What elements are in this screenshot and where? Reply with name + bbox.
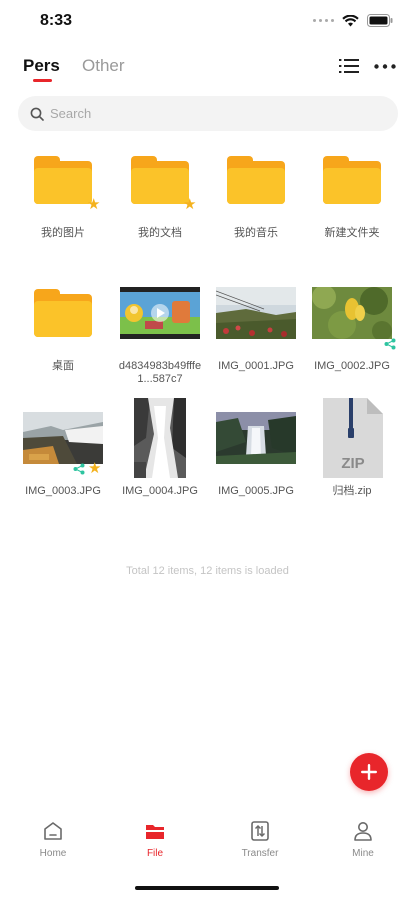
photo-thumbnail [216,287,296,339]
nav-label: Transfer [241,848,279,859]
grid-item[interactable]: 我的音乐 [208,145,304,240]
more-icon[interactable] [374,64,396,69]
add-button[interactable] [350,753,388,791]
grid-item[interactable]: IMG_0005.JPG [208,403,304,498]
item-label: IMG_0004.JPG [122,485,198,497]
item-label: 我的图片 [41,227,85,239]
status-icons [313,14,393,27]
tab-pers[interactable]: Pers [23,56,60,76]
photo-thumbnail [216,412,296,464]
thumbnail [216,278,296,348]
file-icon [146,825,164,839]
star-icon: ★ [88,460,102,477]
battery-icon [367,14,393,27]
folder-icon [227,156,285,204]
grid-item[interactable]: ★ 我的文档 [112,145,208,240]
item-label: 我的音乐 [234,227,278,239]
list-view-icon[interactable] [339,58,359,74]
status-bar: 8:33 [0,0,415,46]
search-bar[interactable] [18,96,398,131]
grid-item[interactable]: ★ IMG_0003.JPG [15,403,111,498]
grid-item[interactable]: ★ 我的图片 [15,145,111,240]
nav-mine[interactable]: Mine [328,820,398,859]
home-icon [44,822,62,840]
thumbnail: ZIP [312,398,392,478]
nav-label: Home [39,848,67,859]
item-label: 新建文件夹 [324,227,380,239]
tab-other[interactable]: Other [82,56,125,76]
grid-item[interactable]: ZIP 归档.zip [304,398,400,498]
nav-label: Mine [352,848,374,859]
header: Pers Other [0,52,415,88]
signal-icon [313,19,334,22]
wifi-icon [342,14,359,26]
thumbnail [120,398,200,478]
thumbnail: ★ [120,145,200,215]
thumbnail: ★ [23,403,103,477]
star-icon: ★ [87,196,101,213]
folder-icon [323,156,381,204]
video-thumbnail [120,287,200,339]
thumbnail [312,278,396,350]
grid-item[interactable]: d4834983b49fffe1...587c7 [112,278,208,386]
item-label: IMG_0003.JPG [25,485,101,497]
plus-icon [361,764,377,780]
item-label: 桌面 [52,360,74,372]
thumbnail: ★ [23,145,103,215]
status-time: 8:33 [40,12,73,29]
grid-item[interactable]: 新建文件夹 [304,145,400,240]
grid-item[interactable]: 桌面 [15,278,111,373]
bottom-nav: Home File Transfer Mine [0,820,415,870]
zip-badge: ZIP [341,455,364,472]
item-label: IMG_0001.JPG [218,360,294,372]
thumbnail [120,278,200,348]
search-input[interactable] [50,106,370,121]
star-icon: ★ [183,196,197,213]
nav-label: File [146,848,164,859]
home-indicator [135,886,279,890]
items-loaded-text: Total 12 items, 12 items is loaded [126,565,289,577]
item-label: d4834983b49fffe1...587c7 [118,360,202,385]
item-label: IMG_0002.JPG [314,360,390,372]
folder-icon [34,289,92,337]
thumbnail [216,403,296,473]
active-tab-indicator [33,79,52,82]
thumbnail [23,278,103,348]
photo-thumbnail [312,287,392,339]
search-icon [30,107,44,121]
item-label: 我的文档 [138,227,182,239]
thumbnail [312,145,392,215]
share-icon [384,338,396,350]
nav-file[interactable]: File [120,820,190,859]
transfer-icon [251,821,269,841]
nav-transfer[interactable]: Transfer [225,820,295,859]
zip-file-icon: ZIP [323,398,383,478]
item-label: IMG_0005.JPG [218,485,294,497]
share-icon [73,463,85,475]
grid-item[interactable]: IMG_0001.JPG [208,278,304,373]
thumbnail [216,145,296,215]
folder-icon [34,156,92,204]
grid-item[interactable]: IMG_0002.JPG [304,278,400,373]
nav-home[interactable]: Home [18,820,88,859]
grid-item[interactable]: IMG_0004.JPG [112,398,208,498]
photo-thumbnail [134,398,186,478]
item-label: 归档.zip [332,485,372,497]
folder-icon [131,156,189,204]
person-icon [354,822,372,841]
photo-thumbnail [23,412,103,464]
